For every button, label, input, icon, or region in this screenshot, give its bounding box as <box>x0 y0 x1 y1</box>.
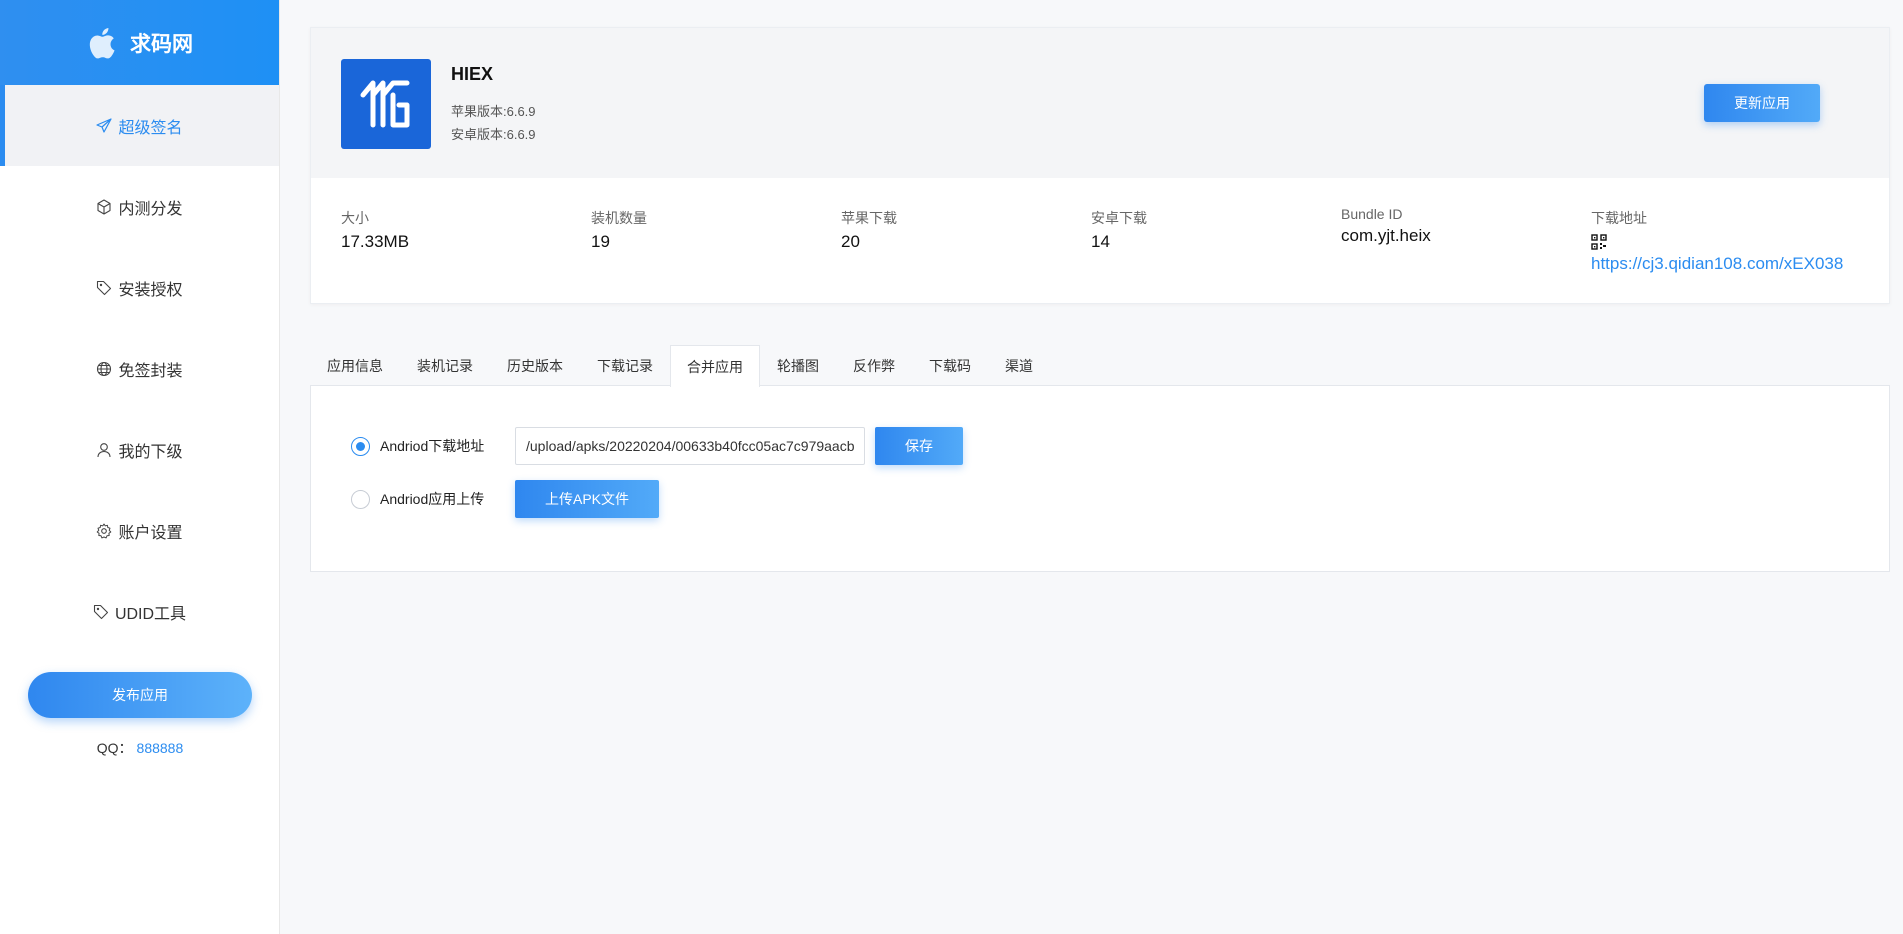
sidebar-item-install-auth[interactable]: 安装授权 <box>0 247 279 328</box>
qq-value[interactable]: 888888 <box>137 740 184 756</box>
app-stats: 大小 17.33MB 装机数量 19 苹果下载 20 安卓下载 14 Bundl… <box>311 178 1889 304</box>
stat-label: 装机数量 <box>591 210 647 226</box>
sidebar-item-label: 安装授权 <box>118 281 183 299</box>
android-upload-label: Andriod应用上传 <box>380 491 485 507</box>
app-icon <box>341 59 431 149</box>
sidebar-item-label: 内测分发 <box>118 200 183 218</box>
tag-icon <box>93 604 108 619</box>
sidebar-item-beta-distribution[interactable]: 内测分发 <box>0 166 279 247</box>
qq-label: QQ： <box>96 740 133 756</box>
stat-value: 19 <box>591 232 610 251</box>
cube-icon <box>97 198 112 215</box>
globe-icon <box>97 361 112 376</box>
user-icon <box>97 442 112 457</box>
stat-value: 20 <box>841 232 860 251</box>
android-url-radio[interactable] <box>351 436 370 456</box>
sidebar-item-label: UDID工具 <box>114 605 187 623</box>
app-name: HIEX <box>451 64 494 84</box>
stat-label: Bundle ID <box>1341 206 1403 222</box>
sidebar: 求码网 超级签名 内测分发 安装授权 免签封装 我的下级 账户设置 UDID工具… <box>0 0 280 934</box>
android-url-option: Andriod下载地址 保存 <box>351 427 963 465</box>
android-version: 安卓版本:6.6.9 <box>451 127 536 142</box>
tab-install-records[interactable]: 装机记录 <box>400 345 490 386</box>
app-logo-icon <box>360 80 410 128</box>
android-url-label: Andriod下载地址 <box>380 438 485 454</box>
app-tabs: 应用信息 装机记录 历史版本 下载记录 合并应用 轮播图 反作弊 下载码 渠道 <box>310 345 1050 387</box>
sidebar-item-free-sign-wrap[interactable]: 免签封装 <box>0 328 279 409</box>
tab-download-code[interactable]: 下载码 <box>912 345 988 386</box>
merge-app-panel: Andriod下载地址 保存 Andriod应用上传 上传APK文件 <box>310 385 1890 572</box>
sidebar-item-label: 我的下级 <box>118 443 183 461</box>
save-button[interactable]: 保存 <box>875 427 963 465</box>
sidebar-item-subordinates[interactable]: 我的下级 <box>0 409 279 490</box>
gear-icon <box>97 523 112 538</box>
stat-label: 安卓下载 <box>1091 210 1147 226</box>
sidebar-item-label: 超级签名 <box>118 119 183 137</box>
update-app-button[interactable]: 更新应用 <box>1704 84 1820 122</box>
tag-icon <box>97 280 112 295</box>
stat-label: 大小 <box>341 210 369 226</box>
sidebar-item-udid-tool[interactable]: UDID工具 <box>0 571 279 652</box>
stat-bundle-id: Bundle ID com.yjt.heix <box>1341 206 1431 246</box>
sidebar-nav: 超级签名 内测分发 安装授权 免签封装 我的下级 账户设置 UDID工具 <box>0 85 279 652</box>
tab-app-info[interactable]: 应用信息 <box>310 345 400 386</box>
stat-value: 14 <box>1091 232 1110 251</box>
android-url-input[interactable] <box>515 427 865 465</box>
publish-app-button[interactable]: 发布应用 <box>28 672 252 718</box>
download-url-link[interactable]: https://cj3.qidian108.com/xEX038 <box>1591 254 1843 274</box>
tab-history-versions[interactable]: 历史版本 <box>490 345 580 386</box>
ios-version: 苹果版本:6.6.9 <box>451 104 536 119</box>
stat-download-url: 下载地址 https://cj3.qidian108.com/xEX038 <box>1591 208 1843 274</box>
stat-android-downloads: 安卓下载 14 <box>1091 208 1147 252</box>
paper-plane-icon <box>96 117 113 133</box>
stat-label: 苹果下载 <box>841 210 897 226</box>
qq-contact: QQ： 888888 <box>0 738 280 758</box>
app-header: HIEX 苹果版本:6.6.9 安卓版本:6.6.9 更新应用 <box>311 28 1889 178</box>
stat-ios-downloads: 苹果下载 20 <box>841 208 897 252</box>
app-info-card: HIEX 苹果版本:6.6.9 安卓版本:6.6.9 更新应用 大小 17.33… <box>310 27 1890 304</box>
stat-label: 下载地址 <box>1591 210 1647 226</box>
apple-icon <box>89 27 115 58</box>
sidebar-item-account-settings[interactable]: 账户设置 <box>0 490 279 571</box>
sidebar-item-super-sign[interactable]: 超级签名 <box>0 85 279 166</box>
brand-name: 求码网 <box>130 32 193 56</box>
qr-code-icon[interactable] <box>1591 234 1607 250</box>
tab-anti-cheat[interactable]: 反作弊 <box>836 345 912 386</box>
upload-apk-button[interactable]: 上传APK文件 <box>515 480 659 518</box>
sidebar-item-label: 账户设置 <box>118 524 183 542</box>
tab-channels[interactable]: 渠道 <box>988 345 1050 386</box>
stat-value: com.yjt.heix <box>1341 226 1431 245</box>
tab-download-records[interactable]: 下载记录 <box>580 345 670 386</box>
stat-size: 大小 17.33MB <box>341 208 409 252</box>
android-upload-radio[interactable] <box>351 489 370 509</box>
sidebar-item-label: 免签封装 <box>118 362 183 380</box>
stat-value: 17.33MB <box>341 232 410 251</box>
stat-installs: 装机数量 19 <box>591 208 647 252</box>
tab-carousel[interactable]: 轮播图 <box>760 345 836 386</box>
android-upload-option: Andriod应用上传 上传APK文件 <box>351 480 659 518</box>
brand-header[interactable]: 求码网 <box>0 0 279 85</box>
tab-merge-app[interactable]: 合并应用 <box>670 345 760 387</box>
